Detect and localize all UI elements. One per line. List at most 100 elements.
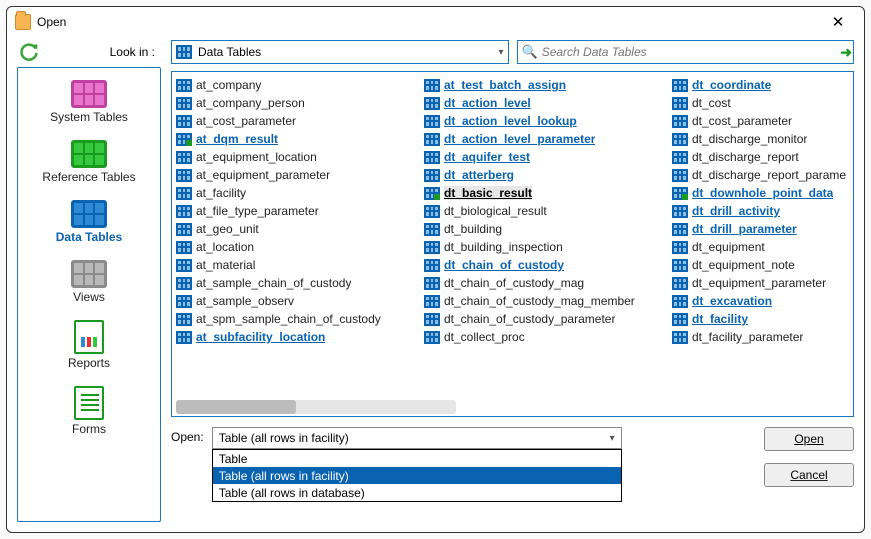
search-box[interactable]: 🔍 ➜ xyxy=(517,40,855,64)
table-name: dt_biological_result xyxy=(444,204,547,218)
sidebar-item-label: Reports xyxy=(68,356,110,370)
scrollbar-thumb[interactable] xyxy=(176,400,296,414)
list-item[interactable]: at_subfacility_location xyxy=(172,328,420,346)
list-item[interactable]: at_dqm_result xyxy=(172,130,420,148)
table-name: dt_action_level_parameter xyxy=(444,132,595,146)
table-name: dt_equipment xyxy=(692,240,765,254)
list-item[interactable]: at_equipment_parameter xyxy=(172,166,420,184)
open-as-combo[interactable]: Table (all rows in facility) ▾ TableTabl… xyxy=(212,427,622,449)
list-item[interactable]: dt_building xyxy=(420,220,668,238)
list-item[interactable]: at_sample_chain_of_custody xyxy=(172,274,420,292)
refresh-button[interactable] xyxy=(17,40,41,64)
list-item[interactable]: dt_chain_of_custody_parameter xyxy=(420,310,668,328)
list-item[interactable]: at_sample_observ xyxy=(172,292,420,310)
sidebar-item-forms[interactable]: Forms xyxy=(18,382,160,440)
list-item[interactable]: dt_aquifer_test xyxy=(420,148,668,166)
table-icon xyxy=(424,313,440,326)
open-as-dropdown[interactable]: TableTable (all rows in facility)Table (… xyxy=(212,449,622,502)
list-item[interactable]: dt_cost_parameter xyxy=(668,112,854,130)
list-item[interactable]: at_facility xyxy=(172,184,420,202)
list-item[interactable]: at_location xyxy=(172,238,420,256)
list-item[interactable]: dt_downhole_point_data xyxy=(668,184,854,202)
open-as-value: Table (all rows in facility) xyxy=(219,431,349,445)
list-item[interactable]: at_material xyxy=(172,256,420,274)
list-item[interactable]: dt_facility xyxy=(668,310,854,328)
list-item[interactable]: at_company xyxy=(172,76,420,94)
table-name: dt_action_level_lookup xyxy=(444,114,577,128)
list-item[interactable]: at_test_batch_assign xyxy=(420,76,668,94)
table-name: at_equipment_location xyxy=(196,150,317,164)
table-name: at_spm_sample_chain_of_custody xyxy=(196,312,381,326)
table-icon xyxy=(176,223,192,236)
list-item[interactable]: dt_equipment_parameter xyxy=(668,274,854,292)
list-item[interactable]: dt_discharge_report_parame xyxy=(668,166,854,184)
chevron-down-icon: ▾ xyxy=(498,47,503,58)
table-icon xyxy=(71,80,107,108)
list-item[interactable]: dt_discharge_report xyxy=(668,148,854,166)
table-icon xyxy=(424,223,440,236)
table-icon xyxy=(176,241,192,254)
dropdown-option[interactable]: Table xyxy=(213,450,621,467)
sidebar-item-system-tables[interactable]: System Tables xyxy=(18,76,160,128)
table-name: at_sample_chain_of_custody xyxy=(196,276,351,290)
list-item[interactable]: at_geo_unit xyxy=(172,220,420,238)
list-item[interactable]: dt_chain_of_custody_mag_member xyxy=(420,292,668,310)
list-item[interactable]: dt_biological_result xyxy=(420,202,668,220)
list-item[interactable]: dt_basic_result xyxy=(420,184,668,202)
list-item[interactable]: dt_collect_proc xyxy=(420,328,668,346)
list-item[interactable]: at_spm_sample_chain_of_custody xyxy=(172,310,420,328)
table-icon xyxy=(176,169,192,182)
table-name: at_subfacility_location xyxy=(196,330,325,344)
list-item[interactable]: dt_building_inspection xyxy=(420,238,668,256)
list-item[interactable]: dt_discharge_monitor xyxy=(668,130,854,148)
table-name: dt_facility_parameter xyxy=(692,330,803,344)
sidebar-item-data-tables[interactable]: Data Tables xyxy=(18,196,160,248)
folder-icon xyxy=(15,14,31,30)
open-as-label: Open: xyxy=(171,427,204,444)
open-button[interactable]: Open xyxy=(764,427,854,451)
table-icon xyxy=(424,241,440,254)
sidebar-item-reports[interactable]: Reports xyxy=(18,316,160,374)
list-item[interactable]: dt_drill_parameter xyxy=(668,220,854,238)
list-item[interactable]: dt_cost xyxy=(668,94,854,112)
list-item[interactable]: dt_chain_of_custody xyxy=(420,256,668,274)
table-icon xyxy=(672,259,688,272)
sidebar-item-label: System Tables xyxy=(50,110,128,124)
horizontal-scrollbar[interactable] xyxy=(176,400,456,414)
table-icon xyxy=(672,241,688,254)
list-item[interactable]: dt_drill_activity xyxy=(668,202,854,220)
sidebar-item-reference-tables[interactable]: Reference Tables xyxy=(18,136,160,188)
table-list[interactable]: at_companyat_company_personat_cost_param… xyxy=(171,71,854,417)
look-in-combo[interactable]: Data Tables ▾ xyxy=(171,40,509,64)
table-icon xyxy=(176,187,192,200)
close-button[interactable]: ✕ xyxy=(820,13,856,31)
sidebar-item-label: Reference Tables xyxy=(42,170,135,184)
cancel-button[interactable]: Cancel xyxy=(764,463,854,487)
list-item[interactable]: dt_action_level_parameter xyxy=(420,130,668,148)
table-icon xyxy=(672,223,688,236)
list-item[interactable]: dt_equipment_note xyxy=(668,256,854,274)
list-item[interactable]: at_file_type_parameter xyxy=(172,202,420,220)
list-item[interactable]: at_cost_parameter xyxy=(172,112,420,130)
list-item[interactable]: dt_atterberg xyxy=(420,166,668,184)
list-item[interactable]: at_company_person xyxy=(172,94,420,112)
sidebar-item-views[interactable]: Views xyxy=(18,256,160,308)
search-input[interactable] xyxy=(542,45,841,59)
table-icon xyxy=(672,187,688,200)
search-go-icon[interactable]: ➜ xyxy=(840,44,849,61)
dropdown-option[interactable]: Table (all rows in database) xyxy=(213,484,621,501)
table-name: dt_coordinate xyxy=(692,78,771,92)
dropdown-option[interactable]: Table (all rows in facility) xyxy=(213,467,621,484)
list-item[interactable]: dt_excavation xyxy=(668,292,854,310)
table-icon xyxy=(176,313,192,326)
table-name: dt_excavation xyxy=(692,294,772,308)
list-item[interactable]: dt_action_level_lookup xyxy=(420,112,668,130)
list-item[interactable]: dt_chain_of_custody_mag xyxy=(420,274,668,292)
list-item[interactable]: at_equipment_location xyxy=(172,148,420,166)
table-name: dt_atterberg xyxy=(444,168,514,182)
list-item[interactable]: dt_action_level xyxy=(420,94,668,112)
table-icon xyxy=(176,79,192,92)
list-item[interactable]: dt_coordinate xyxy=(668,76,854,94)
list-item[interactable]: dt_facility_parameter xyxy=(668,328,854,346)
list-item[interactable]: dt_equipment xyxy=(668,238,854,256)
